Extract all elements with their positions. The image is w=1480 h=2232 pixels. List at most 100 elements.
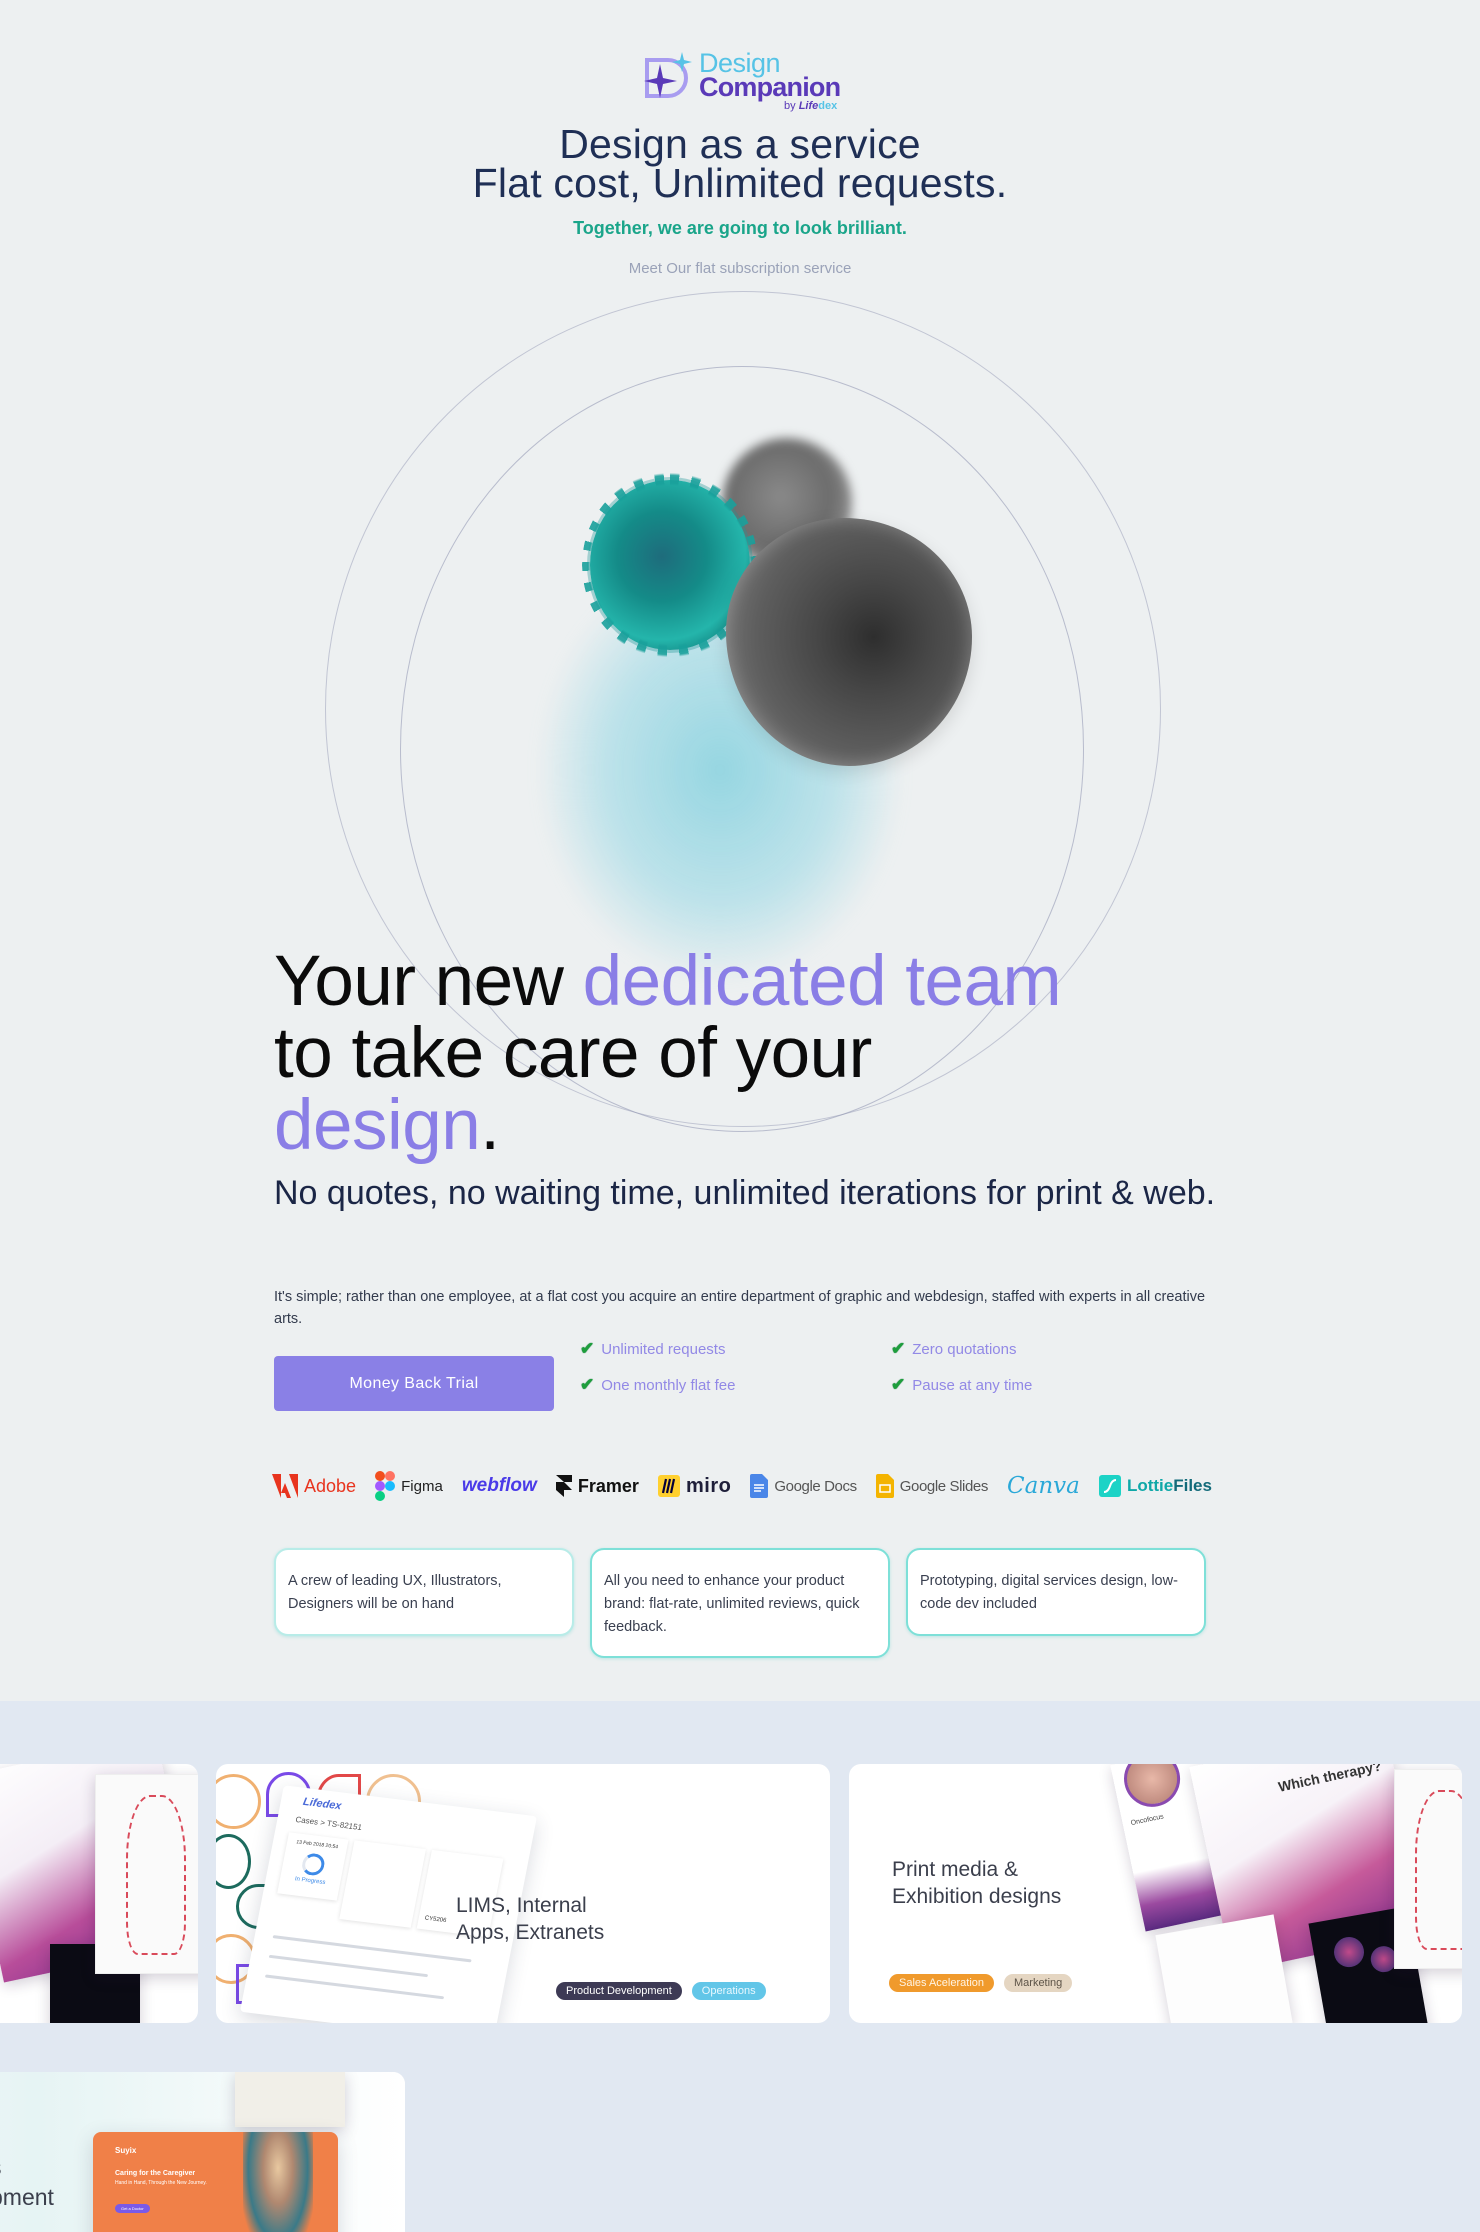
check-icon: ✔ [891,1339,906,1358]
headline-accent-2: design [274,1086,481,1165]
body-outline-poster-image [95,1774,198,1974]
tag-product-development[interactable]: Product Development [556,1982,682,2000]
portfolio-card-title: LIMS, Internal Apps, Extranets [456,1892,604,1946]
value-card: A crew of leading UX, Illustrators, Desi… [274,1548,574,1636]
tool-google-docs: Google Docs [750,1474,857,1498]
caregiver-site-mockup: Suyix Caring for the Caregiver Hand in H… [93,2132,338,2232]
value-card-text: Prototyping, digital services design, lo… [920,1573,1178,1612]
description: It's simple; rather than one employee, a… [274,1289,1206,1327]
sparkle-d-logo-icon [644,52,692,98]
portfolio-card-web-development[interactable]: s pment Suyix Caring for the Caregiver H… [0,2072,405,2232]
check-icon: ✔ [891,1375,906,1394]
tool-name: Figma [401,1477,443,1495]
feature-item: ✔ Pause at any time [891,1375,1032,1395]
lottiefiles-icon [1098,1475,1121,1497]
main-headline: Your new dedicated team to take care of … [274,946,1234,1162]
check-icon: ✔ [580,1375,595,1394]
subheadline: No quotes, no waiting time, unlimited it… [274,1174,1216,1212]
webflow-wordmark: webflow [461,1475,537,1496]
value-card-text: All you need to enhance your product bra… [604,1573,860,1635]
mockup-breadcrumb: Cases > TS-82151 [294,1815,363,1833]
logo-by: by [784,100,796,112]
body-outline-poster-image [1394,1769,1462,1969]
title-line: s [0,2152,54,2182]
portfolio-tags: Sales Aceleration Marketing [889,1974,1073,1992]
tool-name: Adobe [304,1475,357,1496]
poster-heading: Which therapy? [1276,1764,1383,1795]
title-line: Exhibition designs [892,1885,1062,1908]
hero-intro: Meet Our flat subscription service [628,260,852,277]
tool-name-b: Files [1173,1476,1212,1495]
tool-name: LottieFiles [1127,1476,1212,1496]
miro-icon [657,1475,680,1497]
mockup-heading: Caring for the Caregiver [115,2170,196,2177]
feature-item: ✔ Zero quotations [891,1339,1016,1359]
portfolio-card-print-media[interactable]: Print media & Exhibition designs Sales A… [849,1764,1462,2023]
tool-framer: Framer [555,1475,639,1497]
logo-line-2: Companion [699,72,841,102]
title-line: LIMS, Internal [456,1894,587,1917]
portfolio-card-title: Print media & Exhibition designs [892,1856,1061,1910]
poster-brand: Oncofocus [1130,1813,1165,1828]
headline-part-1: Your new [274,942,583,1021]
tool-webflow: webflow [462,1475,537,1497]
logo-company-a: Life [798,100,819,112]
headline-end: . [480,1086,500,1165]
mockup-button: Get a Doctor [115,2204,150,2213]
value-card-text: A crew of leading UX, Illustrators, Desi… [288,1573,502,1612]
hero-title-line-1: Design as a service [559,121,921,167]
tool-logos-row: Adobe Figma webflow Framer miro Google D… [272,1468,1212,1504]
tag-operations[interactable]: Operations [691,1982,766,2000]
hero-tagline: Together, we are going to look brilliant… [573,218,907,238]
feature-label: One monthly flat fee [601,1376,736,1394]
tool-name: Google Slides [899,1477,989,1495]
tag-marketing[interactable]: Marketing [1004,1974,1073,1992]
value-card: All you need to enhance your product bra… [590,1548,890,1658]
check-icon: ✔ [580,1339,595,1358]
framer-icon [555,1475,572,1497]
mockup-subheading: Hand in Hand, Through the New Journey. [115,2180,207,2186]
infographic-image [1155,1914,1293,2023]
figma-icon [375,1471,396,1501]
google-docs-icon [750,1474,769,1498]
feature-item: ✔ Unlimited requests [580,1339,725,1359]
google-slides-icon [875,1474,894,1498]
logo-byline: by Lifedex [784,100,837,112]
value-card: Prototyping, digital services design, lo… [906,1548,1206,1636]
money-back-trial-button[interactable]: Money Back Trial [274,1356,554,1411]
tool-google-slides: Google Slides [875,1474,989,1498]
mockup-brand: Lifedex [301,1795,343,1813]
tag-sales-aceleration[interactable]: Sales Aceleration [889,1974,994,1992]
tool-adobe: Adobe [272,1474,356,1498]
portfolio-card-print-partial[interactable] [0,1764,198,2023]
mockup-status: In Progress [294,1876,326,1887]
title-line: pment [0,2184,54,2210]
website-thumbnail-image [235,2072,345,2127]
feature-label: Zero quotations [912,1340,1017,1358]
portfolio-tags: Product Development Operations [556,1982,766,2000]
canva-wordmark: Canva [1007,1473,1080,1499]
portfolio-card-lims[interactable]: Lifedex Cases > TS-82151 13 Feb 2018 20:… [216,1764,830,2023]
tool-name: Google Docs [774,1477,857,1495]
woman-photo [243,2132,313,2232]
tool-miro: miro [657,1474,732,1498]
mockup-code: CY5206 [424,1915,447,1925]
tool-name: miro [685,1474,732,1497]
mockup-brand: Suyix [115,2146,137,2155]
hero-section: Design Companion by Lifedex Design as a … [0,0,1480,1701]
design-companion-logo[interactable]: Design Companion by Lifedex [644,48,844,112]
headline-accent-1: dedicated team [582,942,1062,1021]
portfolio-card-title: s pment [0,2152,54,2212]
feature-item: ✔ One monthly flat fee [580,1375,736,1395]
tool-name: Framer [577,1475,639,1496]
headline-part-2: to take care of your [274,1014,872,1093]
feature-label: Pause at any time [912,1376,1033,1394]
tool-canva: Canva [1007,1473,1080,1499]
logo-company-b: dex [818,100,838,112]
adobe-icon [272,1474,298,1498]
title-line: Apps, Extranets [456,1921,605,1944]
hero-title-line-2: Flat cost, Unlimited requests. [472,160,1008,206]
tool-lottiefiles: LottieFiles [1098,1475,1212,1497]
title-line: Print media & [892,1858,1019,1881]
tool-name-a: Lottie [1126,1476,1174,1495]
